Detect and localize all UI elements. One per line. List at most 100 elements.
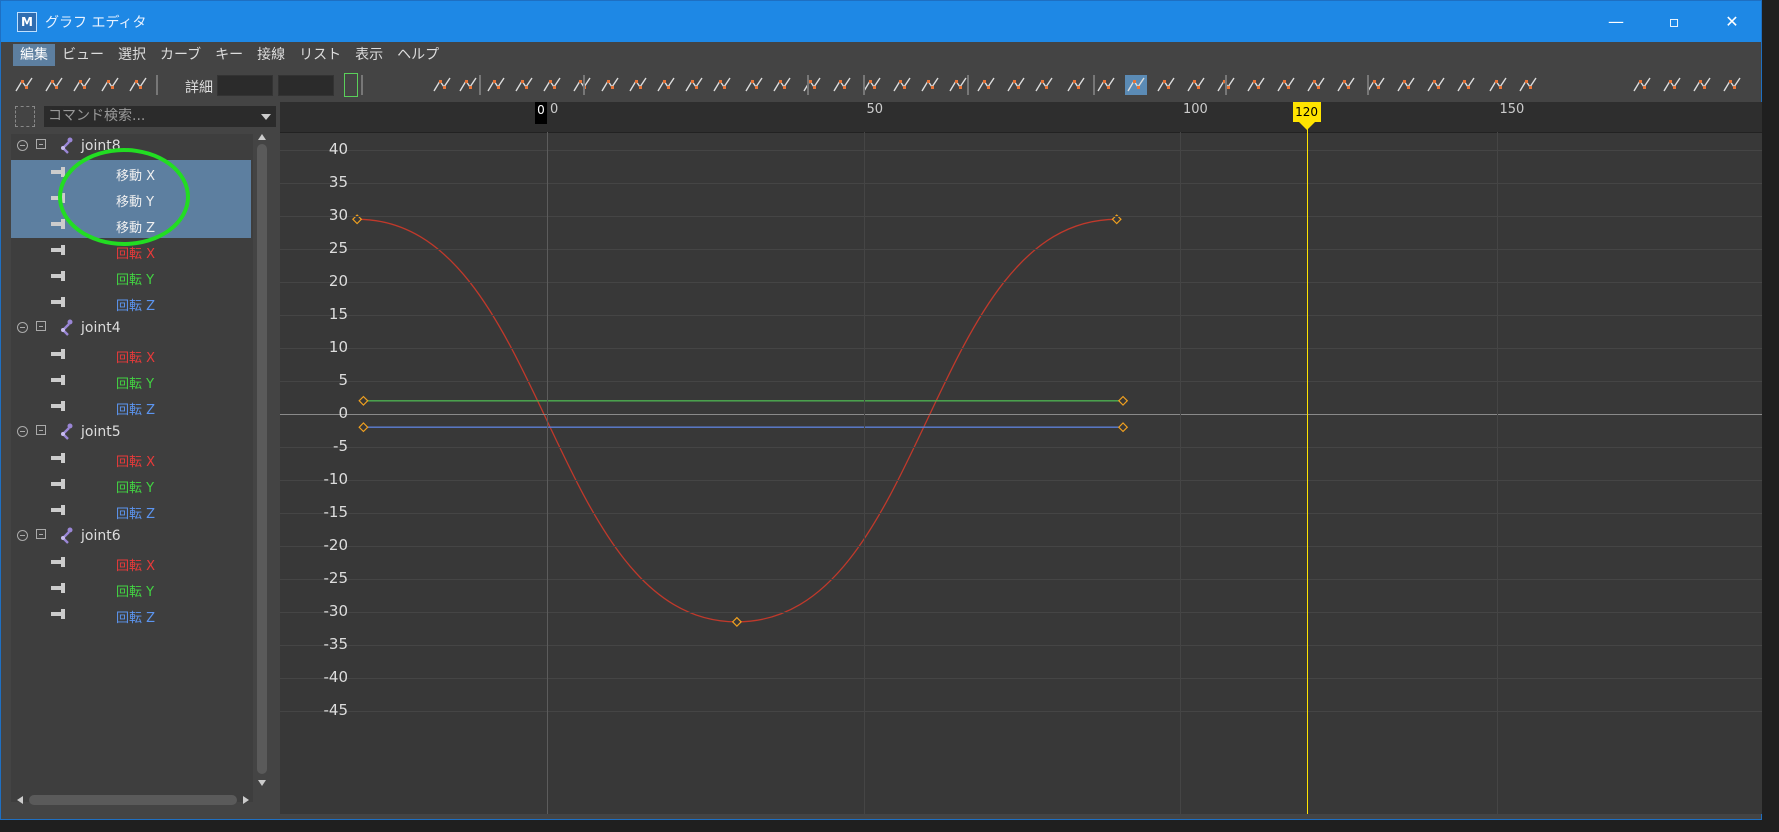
toolbar-tool-icon-15[interactable]	[711, 75, 733, 95]
outliner-joint-row[interactable]: joint4	[11, 316, 251, 342]
toolbar-tool-icon-4[interactable]	[127, 75, 149, 95]
toolbar-tool-icon-27[interactable]	[1065, 75, 1087, 95]
curve-canvas[interactable]	[280, 102, 1762, 814]
current-frame-marker[interactable]: 120	[1292, 102, 1321, 122]
toolbar-tool-icon-17[interactable]	[771, 75, 793, 95]
outliner-attribute-row[interactable]: 回転 X	[11, 342, 251, 368]
outliner-joint-row[interactable]: joint5	[11, 420, 251, 446]
toolbar-tool-icon-5[interactable]	[431, 75, 453, 95]
rotate-y-keyframe[interactable]	[1117, 395, 1129, 406]
menu-item-2[interactable]: 選択	[111, 44, 153, 66]
scroll-left-icon[interactable]	[13, 793, 27, 807]
outliner-attribute-row[interactable]: 回転 Z	[11, 290, 251, 316]
toolbar-tool-icon-30[interactable]	[1155, 75, 1177, 95]
outliner-attribute-row[interactable]: 回転 Y	[11, 368, 251, 394]
menu-item-8[interactable]: ヘルプ	[390, 44, 446, 66]
toolbar-tool-icon-12[interactable]	[627, 75, 649, 95]
menu-item-4[interactable]: キー	[208, 44, 250, 66]
toolbar-tool-icon-31[interactable]	[1185, 75, 1207, 95]
toolbar-tool-icon-16[interactable]	[743, 75, 765, 95]
chevron-down-icon[interactable]	[261, 114, 271, 120]
toolbar-tool-icon-8[interactable]	[513, 75, 535, 95]
toolbar-tool-icon-10[interactable]	[571, 75, 593, 95]
time-field[interactable]	[217, 75, 273, 96]
toolbar-tool-icon-28[interactable]	[1095, 75, 1117, 95]
rotate-z-keyframe[interactable]	[1117, 422, 1129, 433]
toolbar-tool-icon-40[interactable]	[1455, 75, 1477, 95]
vertical-scroll-thumb[interactable]	[257, 144, 267, 774]
toolbar-tool-icon-3[interactable]	[99, 75, 121, 95]
current-time-line[interactable]	[1306, 124, 1308, 814]
toolbar-tool-icon-22[interactable]	[919, 75, 941, 95]
expand-all-icon[interactable]	[36, 425, 46, 435]
outliner-attribute-row[interactable]: 回転 Z	[11, 498, 251, 524]
outliner-attribute-row[interactable]: 回転 X	[11, 446, 251, 472]
toolbar-tool-icon-13[interactable]	[655, 75, 677, 95]
outliner-attribute-row[interactable]: 回転 Y	[11, 576, 251, 602]
toolbar-tool-icon-39[interactable]	[1425, 75, 1447, 95]
rotate-y-keyframe[interactable]	[358, 395, 369, 406]
maximize-button[interactable]: ▫	[1645, 1, 1703, 42]
toolbar-tool-icon-33[interactable]	[1245, 75, 1267, 95]
collapse-icon[interactable]	[17, 426, 28, 437]
menu-item-6[interactable]: リスト	[292, 44, 348, 66]
toolbar-tool-icon-24[interactable]	[975, 75, 997, 95]
toolbar-tool-icon-7[interactable]	[485, 75, 507, 95]
outliner-horizontal-scrollbar[interactable]	[11, 792, 255, 806]
toolbar-tool-icon-29[interactable]	[1125, 75, 1147, 95]
toolbar-tool-icon-38[interactable]	[1395, 75, 1417, 95]
collapse-icon[interactable]	[17, 530, 28, 541]
toolbar-tool-icon-26[interactable]	[1033, 75, 1055, 95]
toolbar-tool-icon-36[interactable]	[1335, 75, 1357, 95]
title-bar[interactable]: M グラフ エディタ — ▫ ✕	[1, 1, 1761, 42]
toolbar-tool-icon-23[interactable]	[947, 75, 969, 95]
menu-item-1[interactable]: ビュー	[55, 44, 111, 66]
toolbar-tool-icon-44[interactable]	[1661, 75, 1683, 95]
toolbar-tool-icon-9[interactable]	[541, 75, 563, 95]
menu-item-0[interactable]: 編集	[13, 43, 55, 66]
toolbar-tool-icon-21[interactable]	[891, 75, 913, 95]
horizontal-scroll-thumb[interactable]	[29, 795, 237, 805]
expand-all-icon[interactable]	[36, 321, 46, 331]
toolbar-tool-icon-0[interactable]	[13, 75, 35, 95]
outliner-vertical-scrollbar[interactable]	[255, 130, 269, 790]
toolbar-tool-icon-1[interactable]	[43, 75, 65, 95]
toolbar-tool-icon-25[interactable]	[1005, 75, 1027, 95]
toolbar-tool-icon-19[interactable]	[831, 75, 853, 95]
menu-item-7[interactable]: 表示	[348, 44, 390, 66]
scroll-down-icon[interactable]	[255, 776, 269, 790]
graph-view[interactable]: 0 50 100 150 40 35 30 25 20 15 10 5 0 -5 -10 -15 -20 -25…	[280, 102, 1762, 814]
scroll-up-icon[interactable]	[255, 130, 269, 144]
auto-load-toggle[interactable]	[344, 73, 358, 97]
menu-item-5[interactable]: 接線	[250, 44, 292, 66]
toolbar-tool-icon-46[interactable]	[1721, 75, 1743, 95]
toolbar-tool-icon-45[interactable]	[1691, 75, 1713, 95]
expand-all-icon[interactable]	[36, 139, 46, 149]
rotate-z-keyframe[interactable]	[358, 422, 369, 433]
toolbar-tool-icon-2[interactable]	[71, 75, 93, 95]
outliner-joint-row[interactable]: joint6	[11, 524, 251, 550]
toolbar-tool-icon-43[interactable]	[1631, 75, 1653, 95]
toolbar-tool-icon-41[interactable]	[1487, 75, 1509, 95]
outliner-attribute-row[interactable]: 回転 Y	[11, 472, 251, 498]
toolbar-tool-icon-6[interactable]	[457, 75, 479, 95]
start-frame-marker[interactable]: 0	[535, 102, 547, 124]
command-search-input[interactable]: コマンド検索...	[44, 106, 276, 127]
toolbar-tool-icon-14[interactable]	[683, 75, 705, 95]
minimize-button[interactable]: —	[1587, 1, 1645, 42]
expand-all-icon[interactable]	[36, 529, 46, 539]
close-button[interactable]: ✕	[1703, 1, 1761, 42]
collapse-icon[interactable]	[17, 140, 28, 151]
toolbar-tool-icon-18[interactable]	[801, 75, 823, 95]
toolbar-tool-icon-34[interactable]	[1275, 75, 1297, 95]
toolbar-tool-icon-42[interactable]	[1517, 75, 1539, 95]
filter-icon[interactable]	[15, 106, 35, 127]
outliner-attribute-row[interactable]: 回転 Z	[11, 394, 251, 420]
toolbar-tool-icon-11[interactable]	[599, 75, 621, 95]
outliner-attribute-row[interactable]: 回転 X	[11, 550, 251, 576]
value-field[interactable]	[278, 75, 334, 96]
toolbar-tool-icon-35[interactable]	[1305, 75, 1327, 95]
rotate-x-keyframe[interactable]	[731, 616, 742, 627]
collapse-icon[interactable]	[17, 322, 28, 333]
outliner-attribute-row[interactable]: 回転 Y	[11, 264, 251, 290]
